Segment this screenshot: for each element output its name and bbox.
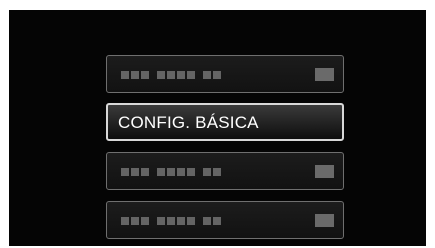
placeholder-text-blocks <box>121 70 223 79</box>
menu-screen: CONFIG. BÁSICA <box>9 10 426 246</box>
placeholder-value-block <box>315 68 334 81</box>
menu-item-1 <box>106 55 344 93</box>
menu-item-3 <box>106 152 344 190</box>
menu-item-label: CONFIG. BÁSICA <box>118 113 259 132</box>
placeholder-text-blocks <box>121 167 223 176</box>
placeholder-text-blocks <box>121 216 223 225</box>
menu-item-config-basica[interactable]: CONFIG. BÁSICA <box>106 103 344 141</box>
placeholder-value-block <box>315 214 334 227</box>
placeholder-value-block <box>315 165 334 178</box>
menu-item-4 <box>106 201 344 239</box>
